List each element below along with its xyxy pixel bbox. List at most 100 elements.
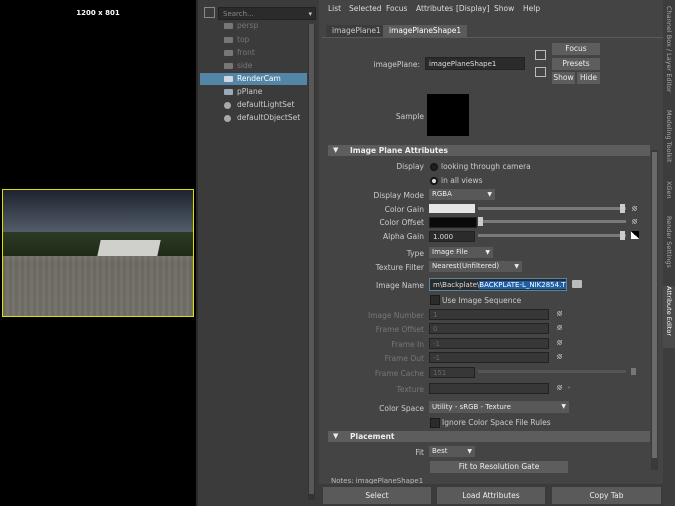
focus-button[interactable]: Focus [552, 43, 600, 55]
outliner-filter-icon[interactable] [204, 7, 215, 18]
camera-icon [224, 76, 233, 82]
menu-show[interactable]: Show [494, 4, 514, 13]
color-gain-slider[interactable] [478, 207, 626, 210]
set-icon [224, 102, 231, 109]
hide-button[interactable]: Hide [577, 72, 600, 84]
section-image-plane-attributes[interactable]: ▼ Image Plane Attributes [328, 145, 650, 156]
color-offset-swatch[interactable] [429, 217, 477, 228]
outliner-item-label: pPlane [237, 87, 263, 96]
backplate-image[interactable] [2, 189, 194, 317]
imageplane-field[interactable]: imagePlaneShape1 [425, 57, 525, 70]
outliner-item-front[interactable]: front [200, 47, 307, 59]
copy-tab-button[interactable]: Copy Tab [552, 487, 661, 504]
color-offset-slider-handle[interactable] [478, 217, 483, 226]
outliner-scrollbar[interactable] [308, 24, 315, 500]
outliner-item-defaultobjectset[interactable]: defaultObjectSet [200, 112, 307, 124]
map-icon [557, 340, 562, 345]
color-gain-label: Color Gain [384, 205, 424, 214]
outliner-item-persp[interactable]: persp [200, 20, 307, 32]
fit-dropdown[interactable]: Best ▼ [429, 446, 475, 457]
frame-out-field: -1 [429, 352, 549, 363]
show-button[interactable]: Show [552, 72, 575, 84]
sample-label: Sample [395, 112, 424, 121]
outliner-item-label: defaultLightSet [237, 100, 295, 109]
resolution-label: 1200 x 801 [76, 9, 120, 17]
display-radio-all-views[interactable] [430, 177, 438, 185]
outliner-item-label: top [237, 35, 250, 44]
folder-icon[interactable] [572, 280, 582, 288]
camera-icon [224, 37, 233, 43]
outliner-item-top[interactable]: top [200, 34, 307, 46]
vtab-render-settings[interactable]: Render Settings [663, 216, 675, 279]
outliner-item-pplane[interactable]: pPlane [200, 86, 307, 98]
select-button[interactable]: Select [323, 487, 431, 504]
frame-out-label: Frame Out [384, 354, 424, 363]
color-offset-slider[interactable] [478, 220, 626, 223]
texture-label: Texture [396, 385, 424, 394]
use-image-sequence-label: Use Image Sequence [442, 296, 522, 305]
checker-map-icon[interactable] [631, 231, 639, 239]
menu-attributes[interactable]: Attributes [416, 4, 453, 13]
camera-icon [224, 50, 233, 56]
menu-display[interactable]: [Display] [456, 4, 490, 13]
tab-divider [322, 37, 663, 38]
alpha-gain-field[interactable]: 1.000 [429, 231, 475, 242]
outliner-item-rendercam[interactable]: RenderCam [200, 73, 307, 85]
outliner-search-input[interactable]: Search... ▾ [218, 7, 316, 20]
chevron-down-icon: ▼ [514, 263, 519, 270]
vtab-channel-box[interactable]: Channel Box / Layer Editor [663, 6, 675, 104]
display-mode-dropdown[interactable]: RGBA ▼ [429, 189, 495, 200]
menu-selected[interactable]: Selected [349, 4, 382, 13]
menu-list[interactable]: List [328, 4, 341, 13]
image-name-field[interactable]: m\Backplate\BACKPLATE-L_NIK2854.TIF [429, 278, 567, 291]
vtab-attribute-editor[interactable]: Attribute Editor [663, 286, 675, 348]
image-number-field: 1 [429, 309, 549, 320]
outliner-item-label: defaultObjectSet [237, 113, 301, 122]
ignore-color-space-checkbox[interactable] [430, 418, 440, 428]
type-dropdown[interactable]: Image File ▼ [429, 247, 493, 258]
load-attributes-button[interactable]: Load Attributes [437, 487, 545, 504]
frame-cache-field: 151 [429, 367, 475, 378]
frame-cache-slider-handle [631, 368, 636, 375]
image-name-path: m\Backplate\ [433, 281, 480, 289]
outliner-item-label: persp [237, 21, 259, 30]
menu-focus[interactable]: Focus [386, 4, 407, 13]
alpha-gain-slider-handle[interactable] [620, 231, 625, 240]
outliner-item-defaultlightset[interactable]: defaultLightSet [200, 99, 307, 111]
alpha-gain-slider[interactable] [478, 234, 626, 237]
vtab-xgen[interactable]: XGen [663, 181, 675, 206]
outliner-item-label: side [237, 61, 253, 70]
go-to-input-icon[interactable] [535, 50, 546, 60]
ae-scrollbar[interactable] [651, 150, 658, 470]
texture-filter-label: Texture Filter [375, 263, 424, 272]
frame-offset-label: Frame Offset [375, 325, 424, 334]
menu-help[interactable]: Help [523, 4, 540, 13]
map-icon[interactable] [632, 206, 637, 211]
image-name-selected-text: BACKPLATE-L_NIK2854.TIF [479, 281, 566, 289]
map-icon [557, 354, 562, 359]
use-image-sequence-checkbox[interactable] [430, 295, 440, 305]
fit-label: Fit [415, 448, 424, 457]
map-icon[interactable] [632, 219, 637, 224]
type-label: Type [406, 249, 424, 258]
display-label: Display [396, 162, 424, 171]
tab-imageplane1[interactable]: imagePlane1 [326, 25, 387, 37]
outliner-item-side[interactable]: side [200, 60, 307, 72]
color-gain-slider-handle[interactable] [620, 204, 625, 213]
color-space-value: Utility - sRGB - Texture [432, 403, 511, 411]
presets-button[interactable]: Presets [552, 58, 600, 70]
section-placement[interactable]: ▼ Placement [328, 431, 650, 442]
texture-filter-dropdown[interactable]: Nearest(Unfiltered) ▼ [429, 261, 522, 272]
color-gain-swatch[interactable] [429, 204, 475, 213]
chevron-down-icon: ▼ [485, 249, 490, 256]
color-space-dropdown[interactable]: Utility - sRGB - Texture ▼ [429, 401, 569, 413]
frame-cache-label: Frame Cache [374, 369, 424, 378]
fit-to-resolution-gate-button[interactable]: Fit to Resolution Gate [430, 461, 568, 473]
tab-imageplaneshape1[interactable]: imagePlaneShape1 [383, 25, 468, 37]
frame-in-label: Frame In [391, 340, 424, 349]
go-to-output-icon[interactable] [535, 67, 546, 77]
chevron-down-icon[interactable]: ▾ [308, 8, 312, 21]
display-radio-camera[interactable] [430, 163, 438, 171]
type-value: Image File [432, 248, 468, 256]
vtab-modeling-toolkit[interactable]: Modeling Toolkit [663, 110, 675, 175]
